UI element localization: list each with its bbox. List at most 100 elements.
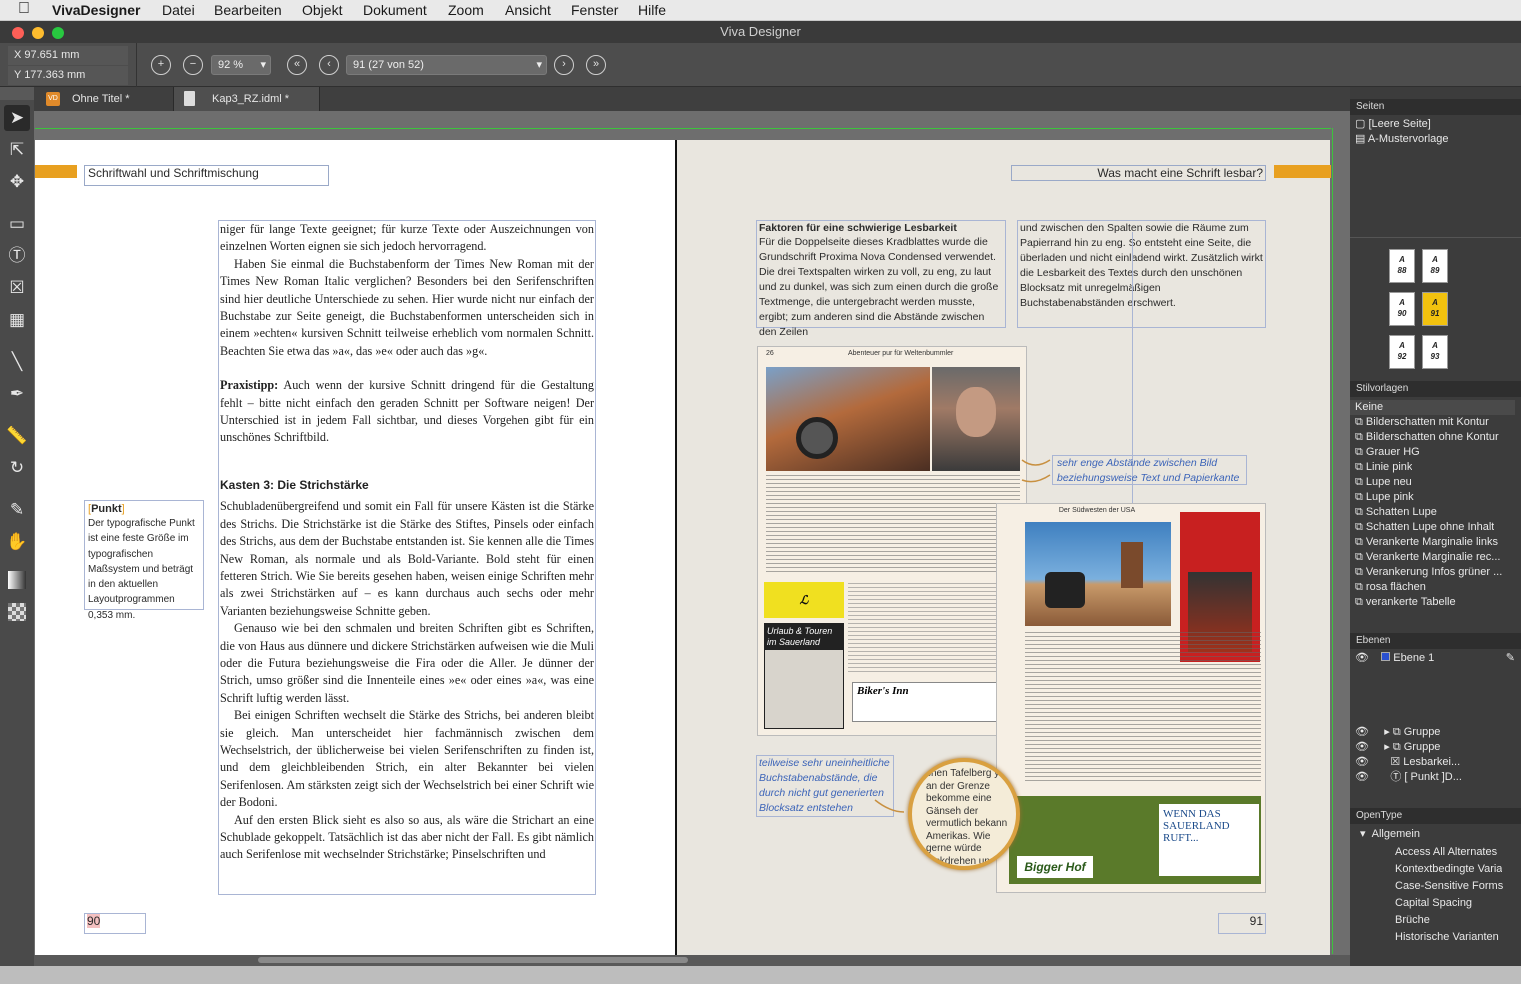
page-thumb-89[interactable]: A 89 [1422, 249, 1448, 283]
layer-row[interactable]: 👁 Ebene 1 ✎ [1355, 651, 1515, 666]
header-accent-bar [35, 165, 77, 178]
panel-header-opentype[interactable]: OpenType [1350, 808, 1521, 824]
style-item[interactable]: ⧉ Schatten Lupe [1355, 505, 1437, 520]
page-thumb-90[interactable]: A 90 [1389, 292, 1415, 326]
line-tool-icon[interactable]: ╲ [4, 349, 30, 375]
previous-page-icon[interactable]: ‹ [319, 55, 339, 75]
page-thumb-88[interactable]: A 88 [1389, 249, 1415, 283]
annotation-spacing[interactable]: sehr enge Abstände zwischen Bild beziehu… [1052, 455, 1247, 485]
first-page-icon[interactable]: « [287, 55, 307, 75]
selection-tool-icon[interactable]: ➤ [4, 105, 30, 131]
text-column-1[interactable]: Faktoren für eine schwierige Lesbarkeit … [756, 220, 1006, 338]
style-item[interactable]: ⧉ Verankerte Marginalie links [1355, 535, 1498, 550]
object-row[interactable]: 👁 ▸ ⧉ Gruppe [1355, 725, 1515, 740]
page-thumb-91[interactable]: A 91 [1422, 292, 1448, 326]
rectangle-tool-icon[interactable]: ▭ [4, 211, 30, 237]
opentype-item[interactable]: Capital Spacing [1395, 896, 1472, 911]
x-coordinate-readout[interactable]: X 97.651 mm [8, 46, 128, 65]
close-window-button[interactable] [12, 27, 24, 39]
transparency-tool-icon[interactable] [4, 603, 30, 629]
rotate-tool-icon[interactable]: ↻ [4, 455, 30, 481]
style-item[interactable]: ⧉ Lupe neu [1355, 475, 1412, 490]
style-item[interactable]: ⧉ Linie pink [1355, 460, 1412, 475]
style-item[interactable]: ⧉ Verankerung Infos grüner ... [1355, 565, 1502, 580]
zoom-in-icon[interactable]: + [151, 55, 171, 75]
next-page-icon[interactable]: › [554, 55, 574, 75]
palettes-panel: Seiten ▢ [Leere Seite] ▤ A-Mustervorlage… [1350, 87, 1521, 966]
style-item[interactable]: ⧉ verankerte Tabelle [1355, 595, 1456, 610]
opentype-item[interactable]: Access All Alternates [1395, 845, 1497, 860]
gradient-tool-icon[interactable] [4, 571, 30, 597]
horizontal-scrollbar[interactable] [258, 957, 688, 963]
window-title-bar: Viva Designer [0, 21, 1521, 43]
page-thumb-92[interactable]: A 92 [1389, 335, 1415, 369]
image-frame-tool-icon[interactable]: ☒ [4, 275, 30, 301]
zoom-out-icon[interactable]: − [183, 55, 203, 75]
menu-datei[interactable]: Datei [162, 2, 195, 18]
marginal-title: Punkt [91, 503, 122, 515]
opentype-item[interactable]: Kontextbedingte Varia [1395, 862, 1502, 877]
marginal-note[interactable]: [Punkt] Der typografische Punkt ist eine… [84, 500, 204, 621]
chevron-down-icon: ▾ [260, 59, 266, 71]
column-text: Für die Doppelseite dieses Kradblattes w… [759, 236, 999, 338]
apple-icon[interactable]:  [18, 0, 30, 18]
toolbar: X 97.651 mm Y 177.363 mm + − 92 % ▾ « ‹ 9… [0, 43, 1521, 87]
page-number-left[interactable]: 90 [84, 913, 146, 934]
menu-bearbeiten[interactable]: Bearbeiten [214, 2, 282, 18]
ad-yellow: ℒ [764, 582, 844, 618]
document-tabs: VD Ohne Titel * Kap3_RZ.idml * [34, 87, 1350, 111]
object-row[interactable]: 👁 Ⓣ [ Punkt ]D... [1355, 770, 1515, 785]
running-header[interactable]: Was macht eine Schrift lesbar? [1011, 165, 1266, 181]
text-column-2[interactable]: und zwischen den Spalten sowie die Räume… [1017, 220, 1266, 328]
menu-zoom[interactable]: Zoom [448, 2, 484, 18]
guide-line [35, 128, 1331, 129]
text-tool-icon[interactable]: Ⓣ [4, 243, 30, 269]
zoom-select[interactable]: 92 % ▾ [211, 55, 271, 75]
minimize-window-button[interactable] [32, 27, 44, 39]
menu-objekt[interactable]: Objekt [302, 2, 342, 18]
tab-kap3[interactable]: Kap3_RZ.idml * [174, 87, 320, 111]
master-empty-page[interactable]: ▢ [Leere Seite] [1355, 117, 1431, 132]
panel-header-seiten[interactable]: Seiten [1350, 99, 1521, 115]
zoom-window-button[interactable] [52, 27, 64, 39]
style-item[interactable]: ⧉ Verankerte Marginalie rec... [1355, 550, 1500, 565]
y-coordinate-readout[interactable]: Y 177.363 mm [8, 66, 128, 85]
table-tool-icon[interactable]: ▦ [4, 307, 30, 333]
page-select[interactable]: 91 (27 von 52) ▾ [346, 55, 547, 75]
opentype-group[interactable]: ▾ Allgemein [1360, 827, 1420, 842]
window-title: Viva Designer [720, 24, 801, 39]
object-row[interactable]: 👁 ☒ Lesbarkei... [1355, 755, 1515, 770]
panel-header-stilvorlagen[interactable]: Stilvorlagen [1350, 381, 1521, 397]
hand-tool-icon[interactable]: ✋ [4, 529, 30, 555]
ruler-tool-icon[interactable]: 📏 [4, 423, 30, 449]
last-page-icon[interactable]: » [586, 55, 606, 75]
page-number-right[interactable]: 91 [1218, 913, 1266, 934]
pen-tool-icon[interactable]: ✒ [4, 381, 30, 407]
direct-selection-tool-icon[interactable]: ⇱ [4, 137, 30, 163]
tab-ohne-titel[interactable]: VD Ohne Titel * [34, 87, 174, 111]
menu-fenster[interactable]: Fenster [571, 2, 618, 18]
style-none[interactable]: Keine [1355, 400, 1383, 415]
style-item[interactable]: ⧉ Lupe pink [1355, 490, 1414, 505]
master-a[interactable]: ▤ A-Mustervorlage [1355, 132, 1449, 147]
app-menu[interactable]: VivaDesigner [52, 2, 140, 18]
running-header[interactable]: Schriftwahl und Schriftmischung [84, 165, 329, 186]
page-thumb-93[interactable]: A 93 [1422, 335, 1448, 369]
style-item[interactable]: ⧉ Bilderschatten ohne Kontur [1355, 430, 1499, 445]
move-tool-icon[interactable]: ✥ [4, 169, 30, 195]
opentype-item[interactable]: Case-Sensitive Forms [1395, 879, 1503, 894]
object-row[interactable]: 👁 ▸ ⧉ Gruppe [1355, 740, 1515, 755]
menu-hilfe[interactable]: Hilfe [638, 2, 666, 18]
style-item[interactable]: ⧉ Schatten Lupe ohne Inhalt [1355, 520, 1494, 535]
style-item[interactable]: ⧉ Bilderschatten mit Kontur [1355, 415, 1489, 430]
opentype-item[interactable]: Historische Varianten [1395, 930, 1499, 945]
style-item[interactable]: ⧉ Grauer HG [1355, 445, 1420, 460]
panel-header-ebenen[interactable]: Ebenen [1350, 633, 1521, 649]
opentype-item[interactable]: Brüche [1395, 913, 1430, 928]
menu-bar:  VivaDesigner Datei Bearbeiten Objekt D… [0, 0, 1521, 21]
paragraph: Auf den ersten Blick sieht es also so au… [220, 812, 594, 862]
eyedropper-tool-icon[interactable]: ✎ [4, 497, 30, 523]
style-item[interactable]: ⧉ rosa flächen [1355, 580, 1426, 595]
menu-dokument[interactable]: Dokument [363, 2, 427, 18]
menu-ansicht[interactable]: Ansicht [505, 2, 551, 18]
